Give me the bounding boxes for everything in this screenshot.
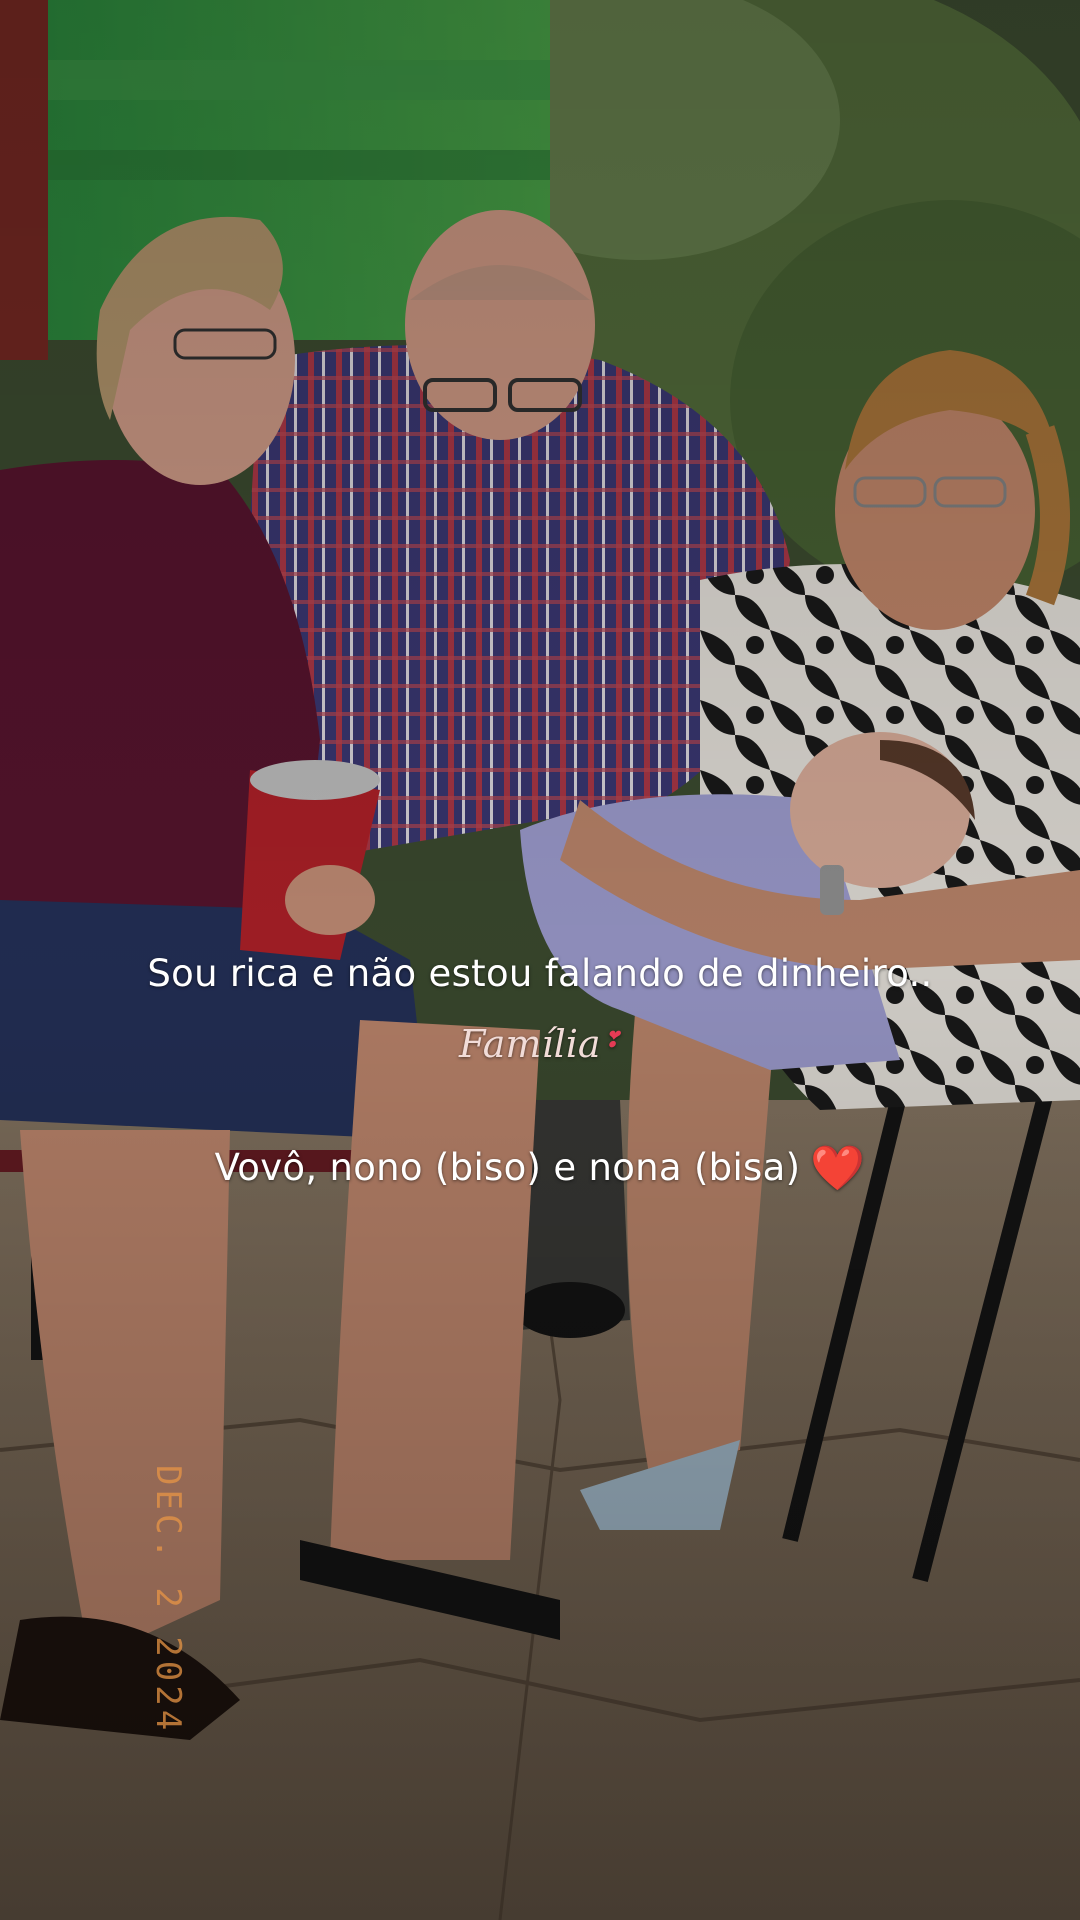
familia-sticker: Família❣ <box>0 1022 1080 1066</box>
date-stamp: DEC. 2 2024 <box>148 1465 188 1735</box>
heart-icon: ❤️ <box>810 1143 866 1194</box>
story-screen: Sou rica e não estou falando de dinheiro… <box>0 0 1080 1920</box>
sparkle-heart-icon: ❣ <box>602 1028 622 1053</box>
sticker-text: Família <box>458 1022 601 1066</box>
caption-line-1: Sou rica e não estou falando de dinheiro… <box>147 952 933 995</box>
caption-line-2: Vovô, nono (biso) e nona (bisa) ❤️ <box>0 1142 1080 1194</box>
caption-line-2-text: Vovô, nono (biso) e nona (bisa) <box>214 1146 801 1189</box>
